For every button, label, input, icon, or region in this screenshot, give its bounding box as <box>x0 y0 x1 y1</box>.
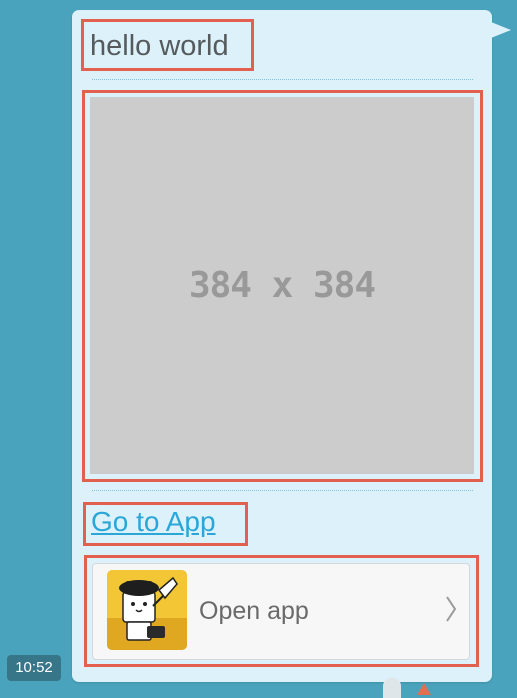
partial-element <box>383 678 401 698</box>
message-title: hello world <box>90 30 229 62</box>
bubble-tail <box>491 22 511 38</box>
open-app-button[interactable]: Open app <box>92 563 470 660</box>
divider-bottom <box>92 490 473 491</box>
image-placeholder[interactable]: 384 x 384 <box>90 97 474 474</box>
image-placeholder-label: 384 x 384 <box>188 265 376 306</box>
open-app-label: Open app <box>199 597 309 625</box>
timestamp-badge: 10:52 <box>7 655 61 681</box>
chevron-right-icon <box>446 596 457 622</box>
divider-top <box>92 79 473 80</box>
app-mascot-icon <box>107 570 187 650</box>
partial-element-accent <box>417 683 431 695</box>
go-to-app-link[interactable]: Go to App <box>91 505 216 539</box>
